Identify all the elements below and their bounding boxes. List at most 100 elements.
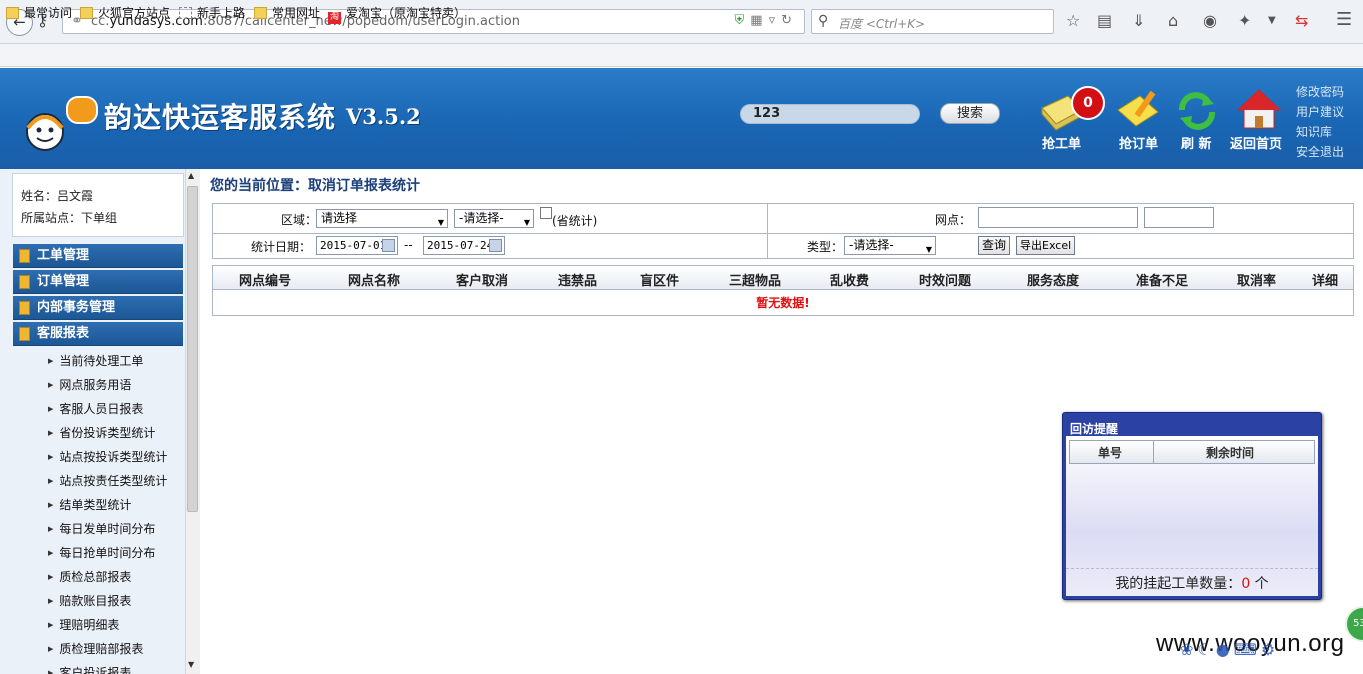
search-placeholder: 百度 <Ctrl+K>: [838, 17, 926, 31]
menu-order-management[interactable]: 订单管理: [13, 270, 183, 294]
submenu-item[interactable]: 每日发单时间分布: [48, 520, 155, 537]
ime-keyboard-icon[interactable]: ⌨: [1234, 640, 1261, 659]
menu-internal-affairs[interactable]: 内部事务管理: [13, 296, 183, 320]
popup-col-time: 剩余时间: [1206, 446, 1255, 460]
date-label: 统计日期：: [251, 240, 312, 254]
date-to-input[interactable]: 2015-07-24: [423, 236, 505, 255]
taobao-icon: 淘: [328, 12, 341, 24]
scroll-down-arrow-icon[interactable]: ▼: [188, 660, 194, 669]
open-book-icon: [19, 327, 30, 341]
bookmarks-bar: [0, 44, 1363, 67]
search-icon: ⚲: [818, 13, 829, 29]
submenu-item[interactable]: 当前待处理工单: [48, 352, 143, 369]
star-icon[interactable]: ☆: [1066, 11, 1080, 30]
sidebar-scroll-thumb[interactable]: [187, 186, 198, 512]
region-sub-select[interactable]: -请选择-: [454, 209, 534, 231]
bookmark-aitaobao[interactable]: 淘爱淘宝（原淘宝特卖）: [328, 4, 466, 24]
qr-icon[interactable]: ▦: [750, 13, 768, 28]
refresh-label[interactable]: 刷 新: [1181, 133, 1212, 152]
province-stat-checkbox[interactable]: [540, 207, 552, 219]
pending-count-value: 0: [1241, 576, 1251, 592]
column-header: 时效问题: [919, 274, 972, 289]
bug-icon[interactable]: ✦: [1238, 11, 1251, 30]
bookmark-common-sites[interactable]: 常用网址: [254, 4, 320, 21]
column-header: 客户取消: [456, 274, 509, 289]
submenu-item[interactable]: 结单类型统计: [48, 496, 131, 513]
submenu-item[interactable]: 省份投诉类型统计: [48, 424, 155, 441]
bookmark-firefox-site[interactable]: 火狐官方站点: [80, 4, 170, 21]
date-from-input[interactable]: 2015-07-01: [316, 236, 398, 255]
calendar-icon[interactable]: [489, 239, 502, 252]
grab-order-label[interactable]: 抢订单: [1119, 133, 1158, 152]
submenu-item[interactable]: 站点按责任类型统计: [48, 472, 167, 489]
menu-icon[interactable]: ☰: [1336, 9, 1352, 30]
outlet-code-input[interactable]: [1144, 207, 1214, 228]
ime-mode-icon[interactable]: ☾: [1197, 640, 1215, 659]
empty-table-message: 暂无数据!: [756, 296, 810, 310]
user-name: 姓名：吕文霞: [21, 189, 94, 203]
chat-icon[interactable]: ◉: [1203, 11, 1217, 30]
knowledge-base-link[interactable]: 知识库: [1296, 123, 1332, 140]
app-version: V3.5.2: [346, 104, 421, 129]
submenu-item[interactable]: 赔款账目报表: [48, 592, 131, 609]
submenu-item[interactable]: 站点按投诉类型统计: [48, 448, 167, 465]
home-label[interactable]: 返回首页: [1230, 133, 1282, 152]
column-header: 三超物品: [729, 274, 782, 289]
swap-icon[interactable]: ⇆: [1295, 11, 1308, 30]
region-label: 区域：: [281, 213, 318, 227]
refresh-icon[interactable]: ↻: [781, 13, 798, 28]
change-password-link[interactable]: 修改密码: [1296, 83, 1344, 100]
column-header: 服务态度: [1027, 274, 1080, 289]
browser-search-bar[interactable]: ⚲ 百度 <Ctrl+K>: [811, 9, 1054, 34]
date-separator: --: [404, 238, 413, 252]
outlet-label: 网点：: [935, 213, 972, 227]
header-search-button[interactable]: 搜索: [940, 103, 1000, 124]
submenu-item[interactable]: 网点服务用语: [48, 376, 131, 393]
calendar-icon[interactable]: [382, 239, 395, 252]
shield-icon[interactable]: ⛨: [735, 13, 751, 28]
reading-list-icon[interactable]: ▤: [1097, 11, 1112, 30]
menu-ticket-management[interactable]: 工单管理: [13, 244, 183, 268]
submenu-item[interactable]: 每日抢单时间分布: [48, 544, 155, 561]
floating-status-badge[interactable]: 53: [1345, 606, 1363, 642]
submenu-item[interactable]: 质检理赔部报表: [48, 640, 143, 657]
bookmark-getting-started[interactable]: 新手上路: [179, 4, 245, 21]
ime-settings-icon[interactable]: ⚙: [1261, 640, 1279, 659]
folder-icon: [254, 7, 267, 19]
type-label: 类型：: [807, 240, 844, 254]
chevron-down-icon[interactable]: ▼: [1268, 15, 1276, 26]
logout-link[interactable]: 安全退出: [1296, 143, 1344, 160]
grab-ticket-label[interactable]: 抢工单: [1042, 133, 1081, 152]
column-header: 取消率: [1237, 274, 1277, 289]
column-header: 准备不足: [1136, 274, 1189, 289]
dropdown-icon[interactable]: ▿: [769, 13, 782, 28]
type-select[interactable]: -请选择-: [844, 236, 936, 258]
scroll-up-arrow-icon[interactable]: ▲: [188, 171, 194, 180]
book-icon: [19, 275, 30, 289]
refresh-icon[interactable]: [1174, 88, 1220, 132]
submenu-item[interactable]: 质检总部报表: [48, 568, 131, 585]
submenu-item[interactable]: 理赔明细表: [48, 616, 119, 633]
column-header: 详细: [1312, 274, 1339, 289]
home-icon[interactable]: ⌂: [1168, 11, 1178, 30]
ime-logo-icon[interactable]: ❀: [1180, 640, 1197, 659]
bookmark-most-visited[interactable]: 最常访问: [6, 4, 72, 21]
ime-punct-icon[interactable]: ●: [1216, 640, 1234, 659]
menu-cs-reports[interactable]: 客服报表: [13, 322, 183, 346]
home-icon[interactable]: [1236, 88, 1282, 132]
column-header: 网点编号: [239, 274, 292, 289]
submenu-item[interactable]: 客服人员日报表: [48, 400, 143, 417]
header-search-input[interactable]: 123: [740, 104, 920, 124]
user-suggestion-link[interactable]: 用户建议: [1296, 103, 1344, 120]
popup-title: 回访提醒: [1070, 422, 1119, 436]
export-excel-button[interactable]: 导出Excel: [1016, 236, 1076, 255]
query-button[interactable]: 查询: [978, 236, 1011, 255]
ime-toolbar[interactable]: ❀☾●⌨⚙: [1180, 640, 1279, 659]
book-icon: [19, 301, 30, 315]
province-stat-label: (省统计): [552, 214, 598, 228]
region-select[interactable]: 请选择: [316, 209, 448, 231]
grab-order-icon[interactable]: [1116, 88, 1162, 132]
download-icon[interactable]: ⇓: [1132, 11, 1145, 30]
submenu-item[interactable]: 客户投诉报表: [48, 664, 131, 674]
outlet-input[interactable]: [978, 207, 1138, 228]
